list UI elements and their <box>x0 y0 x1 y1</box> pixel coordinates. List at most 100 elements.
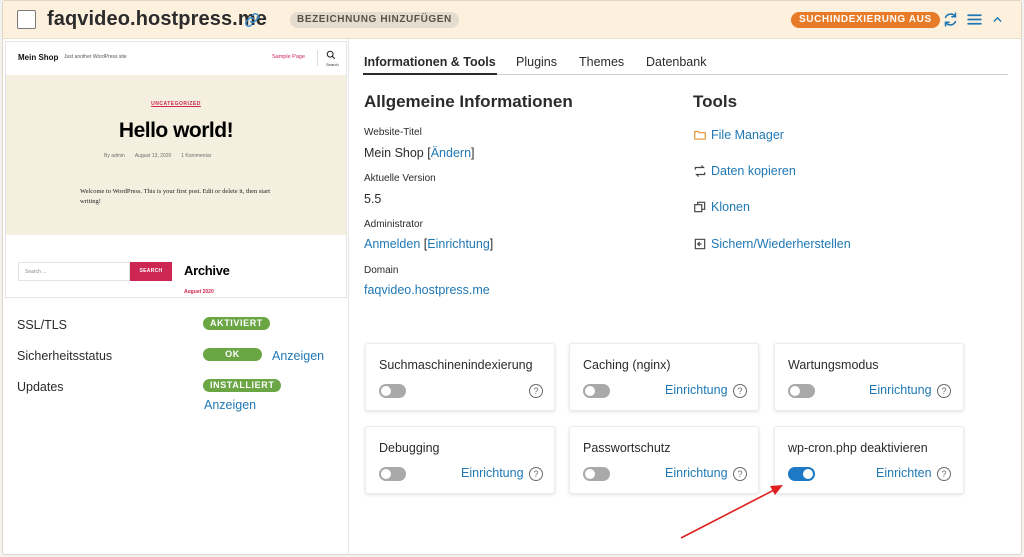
backup-restore-tool[interactable]: Sichern/Wiederherstellen <box>693 236 851 252</box>
preview-search-input: Search ... <box>18 262 130 281</box>
preview-search-icon <box>326 50 336 60</box>
help-icon[interactable]: ? <box>937 384 951 398</box>
preview-widgets: Search ... SEARCH Archive August 2020 <box>6 235 346 297</box>
card-password-protection: Passwortschutz Einrichtung ? <box>569 426 759 494</box>
card-title: Caching (nginx) <box>583 358 671 372</box>
change-title-link[interactable]: Ändern <box>431 146 471 160</box>
preview-meta-comments: 1 Kommentar <box>181 153 212 159</box>
updates-status-badge: INSTALLIERT <box>203 379 282 392</box>
password-protection-toggle[interactable] <box>583 467 610 481</box>
card-maintenance: Wartungsmodus Einrichtung ? <box>774 343 964 411</box>
refresh-icon[interactable] <box>942 11 959 28</box>
clone-label[interactable]: Klonen <box>711 200 750 214</box>
link-icon[interactable] <box>243 11 261 29</box>
security-label: Sicherheitsstatus <box>17 349 113 363</box>
tab-themes[interactable]: Themes <box>579 55 624 69</box>
card-title: wp-cron.php deaktivieren <box>788 441 928 455</box>
maintenance-setup-link[interactable]: Einrichtung <box>869 383 932 397</box>
card-wp-cron: wp-cron.php deaktivieren Einrichten ? <box>774 426 964 494</box>
folder-icon <box>694 130 706 140</box>
preview-search-caption: Search <box>326 62 339 67</box>
general-info-title: Allgemeine Informationen <box>364 92 573 111</box>
left-column: Mein Shop Just another WordPress site Sa… <box>3 39 349 554</box>
domain-link[interactable]: faqvideo.hostpress.me <box>364 283 490 297</box>
card-title: Wartungsmodus <box>788 358 879 372</box>
backup-restore-label[interactable]: Sichern/Wiederherstellen <box>711 237 851 251</box>
help-icon[interactable]: ? <box>937 467 951 481</box>
site-title-text: Mein Shop <box>364 146 424 160</box>
copy-data-icon <box>694 165 706 177</box>
menu-icon[interactable] <box>966 11 983 28</box>
search-indexing-badge: SUCHINDEXIERUNG AUS <box>791 12 940 28</box>
preview-post-meta: By admin August 13, 2020 1 Kommentar <box>104 153 211 159</box>
tab-bar: Informationen & Tools Plugins Themes Dat… <box>363 47 1008 75</box>
preview-hero: UNCATEGORIZED Hello world! By admin Augu… <box>6 75 346 235</box>
site-title[interactable]: faqvideo.hostpress.me <box>47 8 267 31</box>
help-icon[interactable]: ? <box>529 384 543 398</box>
help-icon[interactable]: ? <box>733 384 747 398</box>
card-title: Debugging <box>379 441 440 455</box>
copy-data-label[interactable]: Daten kopieren <box>711 164 796 178</box>
card-title: Passwortschutz <box>583 441 671 455</box>
site-panel: faqvideo.hostpress.me BEZEICHNUNG HINZUF… <box>2 0 1022 555</box>
wp-cron-setup-link[interactable]: Einrichten <box>876 466 932 480</box>
site-header: faqvideo.hostpress.me BEZEICHNUNG HINZUF… <box>3 1 1021 39</box>
caching-setup-link[interactable]: Einrichtung <box>665 383 728 397</box>
card-caching: Caching (nginx) Einrichtung ? <box>569 343 759 411</box>
select-site-checkbox[interactable] <box>17 10 36 29</box>
preview-brand: Mein Shop <box>18 53 59 62</box>
tab-plugins[interactable]: Plugins <box>516 55 557 69</box>
clone-tool[interactable]: Klonen <box>693 199 750 215</box>
wp-cron-toggle[interactable] <box>788 467 815 481</box>
admin-label: Administrator <box>364 219 423 230</box>
backup-icon <box>694 238 706 250</box>
help-icon[interactable]: ? <box>733 467 747 481</box>
file-manager-label[interactable]: File Manager <box>711 128 784 142</box>
domain-label: Domain <box>364 265 399 276</box>
card-debugging: Debugging Einrichtung ? <box>365 426 555 494</box>
updates-view-link[interactable]: Anzeigen <box>204 398 256 412</box>
preview-archive-title: Archive <box>184 263 230 278</box>
add-label-button[interactable]: BEZEICHNUNG HINZUFÜGEN <box>290 12 459 28</box>
preview-meta-author: By admin <box>104 153 125 159</box>
version-label: Aktuelle Version <box>364 173 436 184</box>
preview-post-title: Hello world! <box>118 119 234 142</box>
updates-label: Updates <box>17 380 64 394</box>
maintenance-toggle[interactable] <box>788 384 815 398</box>
admin-value: Anmelden [Einrichtung] <box>364 237 494 251</box>
domain-value: faqvideo.hostpress.me <box>364 283 490 297</box>
site-preview[interactable]: Mein Shop Just another WordPress site Sa… <box>5 41 347 298</box>
site-title-value: Mein Shop [Ändern] <box>364 146 475 160</box>
admin-setup-link[interactable]: Einrichtung <box>427 237 490 251</box>
debugging-toggle[interactable] <box>379 467 406 481</box>
file-manager-tool[interactable]: File Manager <box>693 127 784 143</box>
security-view-link[interactable]: Anzeigen <box>272 349 324 363</box>
admin-login-link[interactable]: Anmelden <box>364 237 420 251</box>
debugging-setup-link[interactable]: Einrichtung <box>461 466 524 480</box>
ssl-status-badge: AKTIVIERT <box>203 317 270 330</box>
preview-excerpt: Welcome to WordPress. This is your first… <box>80 188 271 205</box>
site-title-label: Website-Titel <box>364 127 422 138</box>
help-icon[interactable]: ? <box>529 467 543 481</box>
preview-archive-item: August 2020 <box>184 289 214 295</box>
tab-database[interactable]: Datenbank <box>646 55 706 69</box>
active-tab-indicator <box>363 73 497 75</box>
tab-info-tools[interactable]: Informationen & Tools <box>364 55 496 69</box>
preview-category: UNCATEGORIZED <box>151 101 201 107</box>
preview-search-button: SEARCH <box>130 262 172 281</box>
password-setup-link[interactable]: Einrichtung <box>665 466 728 480</box>
preview-tagline: Just another WordPress site <box>64 54 127 60</box>
preview-topbar: Mein Shop Just another WordPress site Sa… <box>6 42 346 74</box>
ssl-label: SSL/TLS <box>17 318 68 332</box>
clone-icon <box>694 201 706 213</box>
tools-title: Tools <box>693 92 738 111</box>
card-title: Suchmaschinenindexierung <box>379 358 533 372</box>
chevron-up-icon[interactable] <box>991 13 1004 26</box>
card-search-indexing: Suchmaschinenindexierung ? <box>365 343 555 411</box>
caching-toggle[interactable] <box>583 384 610 398</box>
security-status-badge: OK <box>203 348 262 361</box>
search-indexing-toggle[interactable] <box>379 384 406 398</box>
preview-nav-link: Sample Page <box>272 54 306 60</box>
copy-data-tool[interactable]: Daten kopieren <box>693 163 796 179</box>
preview-meta-date: August 13, 2020 <box>134 153 172 159</box>
